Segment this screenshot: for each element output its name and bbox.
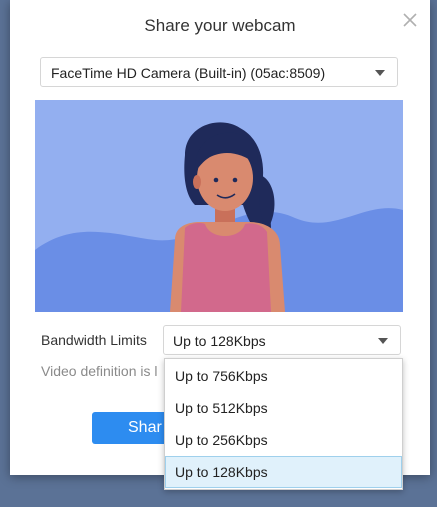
camera-select[interactable]: FaceTime HD Camera (Built-in) (05ac:8509… (40, 57, 398, 87)
bandwidth-option-512[interactable]: Up to 512Kbps (165, 392, 402, 424)
bandwidth-select-value: Up to 128Kbps (173, 333, 266, 349)
webcam-preview (35, 100, 403, 312)
bandwidth-dropdown-menu: Up to 756Kbps Up to 512Kbps Up to 256Kbp… (164, 358, 403, 490)
bandwidth-option-256[interactable]: Up to 256Kbps (165, 424, 402, 456)
camera-select-value: FaceTime HD Camera (Built-in) (05ac:8509… (51, 65, 326, 81)
bandwidth-option-756[interactable]: Up to 756Kbps (165, 360, 402, 392)
dialog-title: Share your webcam (144, 16, 296, 35)
bandwidth-label: Bandwidth Limits (41, 332, 147, 348)
bandwidth-option-128[interactable]: Up to 128Kbps (165, 456, 402, 488)
video-definition-hint: Video definition is l (41, 363, 158, 379)
chevron-down-icon (378, 338, 388, 344)
close-icon[interactable] (400, 10, 420, 30)
bandwidth-select[interactable]: Up to 128Kbps (163, 325, 401, 355)
chevron-down-icon (375, 70, 385, 76)
